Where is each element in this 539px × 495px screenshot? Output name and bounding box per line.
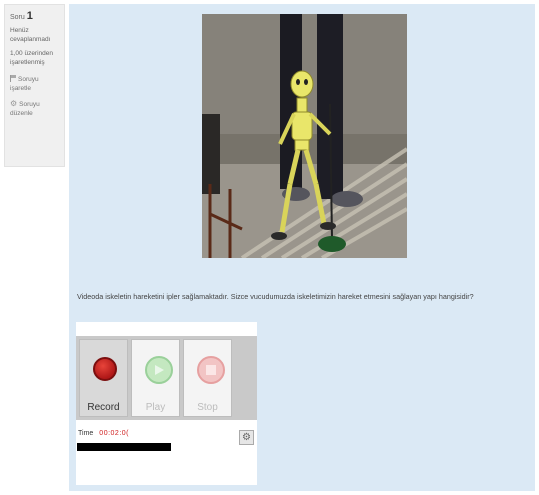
- question-video[interactable]: [202, 14, 407, 258]
- stop-button[interactable]: Stop: [183, 339, 232, 417]
- time-label: Time: [78, 430, 94, 437]
- edit-question-link[interactable]: ⚙ Soruyu düzenle: [10, 99, 59, 119]
- play-button[interactable]: Play: [131, 339, 180, 417]
- record-icon: [93, 357, 117, 381]
- settings-icon: ⚙: [242, 432, 251, 443]
- time-display: Time 00:02:0(: [78, 430, 129, 437]
- audio-recorder: Record Play Stop Time 00:02:0( ⚙: [76, 322, 257, 485]
- time-value: 00:02:0(: [99, 430, 129, 437]
- question-label: Soru: [10, 14, 25, 21]
- flag-question-link[interactable]: Soruyu işaretle: [10, 74, 59, 94]
- question-state: Henüz cevaplanmadı: [10, 26, 51, 43]
- record-button[interactable]: Record: [79, 339, 128, 417]
- question-marks: 1,00 üzerinden işaretlenmiş: [10, 50, 54, 67]
- play-label: Play: [145, 402, 166, 413]
- video-frame-skeleton-image: [202, 14, 407, 258]
- recorder-settings-button[interactable]: ⚙: [239, 430, 254, 445]
- question-number: Soru 1: [10, 9, 59, 24]
- question-number-value: 1: [26, 10, 33, 22]
- stop-icon: [197, 356, 225, 384]
- gear-icon: ⚙: [10, 99, 18, 109]
- recorder-controls: Record Play Stop: [76, 336, 257, 420]
- flag-icon: [10, 74, 16, 82]
- recording-progress-bar: [77, 443, 171, 451]
- question-text: Videoda iskeletin hareketini ipler sağla…: [77, 292, 474, 301]
- play-icon: [145, 356, 173, 384]
- question-info-panel: Soru 1 Henüz cevaplanmadı 1,00 üzerinden…: [4, 4, 65, 167]
- stop-label: Stop: [197, 402, 218, 413]
- record-label: Record: [87, 402, 120, 413]
- question-content: Videoda iskeletin hareketini ipler sağla…: [69, 4, 535, 491]
